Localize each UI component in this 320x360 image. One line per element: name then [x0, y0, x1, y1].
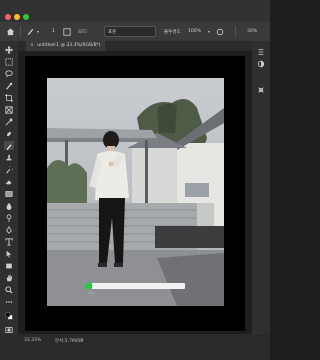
- status-zoom[interactable]: 33.33%: [24, 338, 41, 343]
- opacity-label: 불투명도:: [164, 29, 183, 35]
- frame-tool-icon[interactable]: [4, 105, 14, 114]
- lasso-tool-icon[interactable]: [4, 69, 14, 78]
- home-icon[interactable]: [6, 22, 15, 41]
- rectangle-tool-icon[interactable]: [4, 261, 14, 270]
- marquee-tool-icon[interactable]: [4, 57, 14, 66]
- hand-tool-icon[interactable]: [4, 273, 14, 282]
- crop-tool-icon[interactable]: [4, 93, 14, 102]
- healing-brush-tool-icon[interactable]: [4, 129, 14, 138]
- color-swatches-icon[interactable]: [4, 311, 14, 320]
- tab-close-icon[interactable]: ×: [30, 43, 34, 48]
- opacity-chevron-icon[interactable]: ▾: [208, 22, 210, 41]
- eyedropper-tool-icon[interactable]: [4, 117, 14, 126]
- document-tab[interactable]: × untitled-1 @ 33.3%(RGB/8*): [26, 41, 105, 51]
- quick-mask-icon[interactable]: [4, 325, 14, 334]
- brush-preset-icon[interactable]: [26, 22, 35, 41]
- adjustments-panel-icon[interactable]: [256, 59, 266, 68]
- move-tool-icon[interactable]: [4, 45, 14, 54]
- eraser-tool-icon[interactable]: [4, 177, 14, 186]
- brush-tool-icon[interactable]: [4, 141, 14, 150]
- minimize-window-button[interactable]: [14, 14, 20, 20]
- status-bar: 33.33% 문서:5.7M/0B >: [0, 334, 270, 360]
- pen-tool-icon[interactable]: [4, 225, 14, 234]
- zoom-window-button[interactable]: [23, 14, 29, 20]
- progress-fill: [85, 283, 92, 289]
- quick-selection-tool-icon[interactable]: [4, 81, 14, 90]
- right-panel-dock: [252, 41, 270, 346]
- gradient-tool-icon[interactable]: [4, 189, 14, 198]
- progress-track: [85, 283, 185, 289]
- document-tab-bar: × untitled-1 @ 33.3%(RGB/8*): [18, 41, 252, 51]
- history-panel-icon[interactable]: [256, 47, 266, 56]
- tools-panel: [0, 41, 18, 346]
- path-selection-tool-icon[interactable]: [4, 249, 14, 258]
- opacity-value[interactable]: 100%: [188, 22, 201, 41]
- more-tools-icon[interactable]: [4, 297, 14, 306]
- brush-settings-icon[interactable]: [63, 22, 71, 41]
- properties-panel-icon[interactable]: [256, 85, 266, 94]
- progress-label: 1/1: [88, 291, 94, 295]
- blur-tool-icon[interactable]: [4, 201, 14, 210]
- photo-image: [47, 78, 224, 306]
- type-tool-icon[interactable]: [4, 237, 14, 246]
- document-tab-title: untitled-1 @ 33.3%(RGB/8*): [37, 43, 101, 48]
- chevron-down-icon[interactable]: ▾: [37, 22, 39, 41]
- dodge-tool-icon[interactable]: [4, 213, 14, 222]
- mode-select[interactable]: 표준: [104, 26, 156, 37]
- mode-label: 모드:: [78, 29, 88, 35]
- pressure-opacity-icon[interactable]: [216, 22, 224, 41]
- close-window-button[interactable]: [5, 14, 11, 20]
- zoom-tool-icon[interactable]: [4, 285, 14, 294]
- title-bar: [0, 0, 270, 22]
- brush-size-value[interactable]: 1: [52, 22, 55, 41]
- status-menu-arrow-icon[interactable]: >: [80, 338, 84, 343]
- options-bar: ▾ 1 모드: 표준 불투명도: 100% ▾ 30%: [0, 22, 270, 41]
- history-brush-tool-icon[interactable]: [4, 165, 14, 174]
- zoom-value[interactable]: 30%: [247, 22, 257, 41]
- mode-select-value: 표준: [108, 29, 117, 35]
- clone-stamp-tool-icon[interactable]: [4, 153, 14, 162]
- photo-layer[interactable]: [47, 78, 224, 306]
